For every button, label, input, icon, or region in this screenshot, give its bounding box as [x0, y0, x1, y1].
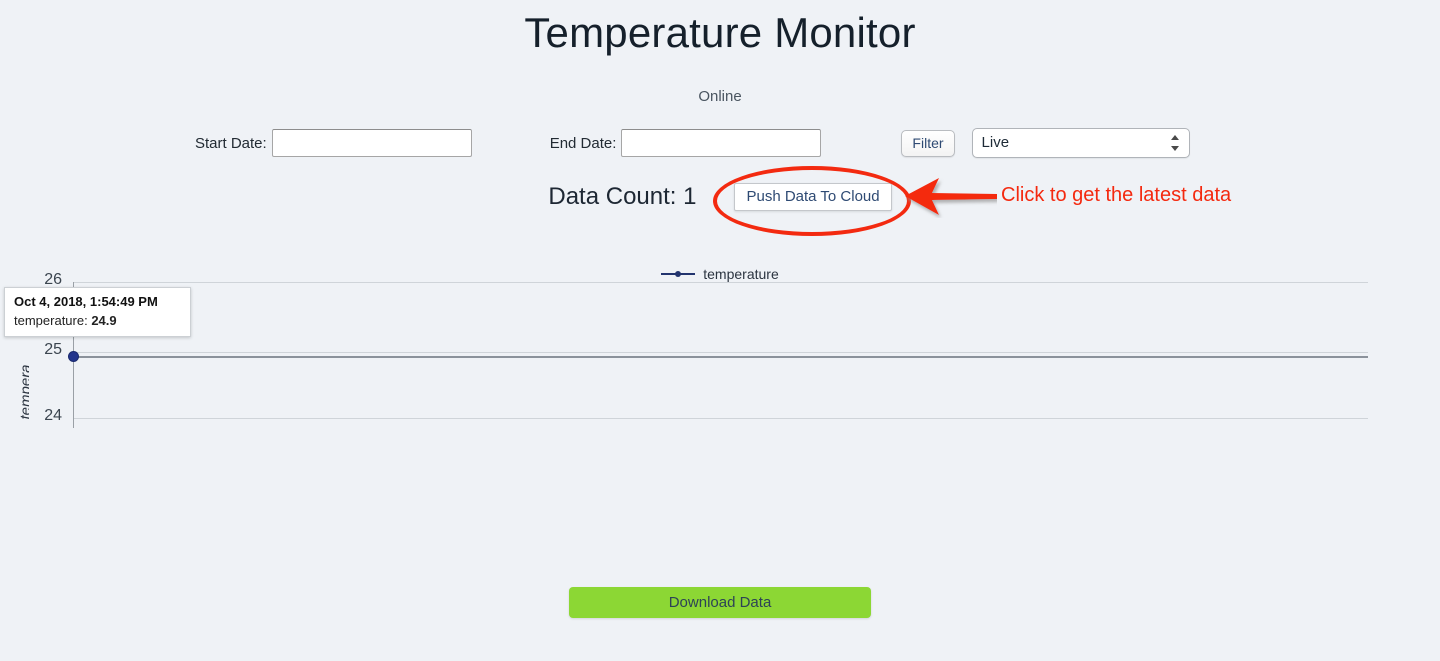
chevron-updown-icon: [1171, 135, 1180, 151]
tooltip-value: 24.9: [91, 313, 117, 328]
end-date-label: End Date:: [549, 134, 617, 152]
mode-select[interactable]: Live: [971, 128, 1190, 158]
mode-select-value: Live: [981, 134, 1010, 151]
legend-item-label: temperature: [703, 266, 779, 282]
chart-data-point[interactable]: [69, 352, 78, 361]
connection-status: Online: [698, 88, 742, 105]
download-data-button[interactable]: Download Data: [569, 587, 871, 618]
filter-button[interactable]: Filter: [901, 129, 955, 157]
gridline-25: [73, 352, 1368, 353]
annotation-text: Click to get the latest data: [1001, 184, 1232, 206]
tooltip-value-row: temperature: 24.9: [14, 313, 181, 328]
page-title: Temperature Monitor: [524, 9, 916, 56]
start-date-input[interactable]: [271, 129, 472, 157]
chart-plot-area: [73, 282, 1368, 445]
push-data-to-cloud-button[interactable]: Push Data To Cloud: [734, 183, 892, 211]
data-count-label: Data Count: 1: [548, 183, 697, 210]
end-date-input[interactable]: [621, 129, 822, 157]
gridline-24: [73, 418, 1368, 419]
legend-line-icon: [661, 269, 696, 279]
gridline-26: [73, 282, 1368, 283]
y-axis-title: tempera: [7, 338, 30, 422]
y-axis-title-label: tempera: [17, 364, 30, 420]
temperature-chart: temperature 26 25 24: [0, 262, 1440, 532]
chart-legend[interactable]: temperature: [0, 266, 1440, 282]
start-date-label: Start Date:: [195, 134, 267, 152]
tooltip-timestamp: Oct 4, 2018, 1:54:49 PM: [14, 294, 158, 309]
tooltip-series-label: temperature:: [14, 313, 92, 328]
series-line-temperature: [73, 356, 1368, 358]
filter-toolbar: Start Date: End Date: Filter Live: [195, 126, 1245, 160]
chart-tooltip: Oct 4, 2018, 1:54:49 PM temperature: 24.…: [4, 287, 191, 337]
